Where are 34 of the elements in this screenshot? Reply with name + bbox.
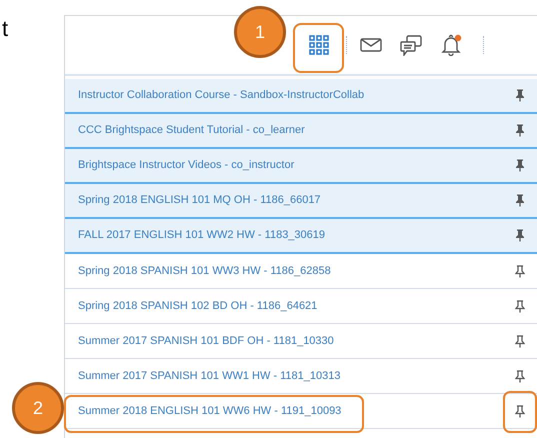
course-row[interactable]: Instructor Collaboration Course - Sandbox-InstructorCollab	[65, 79, 537, 114]
pin-button[interactable]	[513, 403, 527, 419]
callout-badge: 2	[12, 382, 64, 434]
course-row[interactable]: FALL 2017 ENGLISH 101 WW2 HW - 1183_30619	[65, 219, 537, 254]
grid-icon	[309, 35, 329, 55]
course-link[interactable]: Spring 2018 SPANISH 102 BD OH - 1186_64621	[78, 298, 318, 314]
callout-badge: 1	[234, 6, 286, 58]
pin-button[interactable]	[513, 228, 527, 244]
course-link[interactable]: Spring 2018 ENGLISH 101 MQ OH - 1186_66017	[78, 192, 321, 209]
course-row[interactable]: Brightspace Instructor Videos - co_instructor	[65, 149, 537, 184]
course-link[interactable]: Brightspace Instructor Videos - co_instructor	[78, 157, 294, 174]
envelope-icon	[360, 38, 382, 52]
course-row[interactable]: CCC Brightspace Student Tutorial - co_learner	[65, 114, 537, 149]
page-text: t	[2, 18, 10, 40]
chat-bubbles-icon	[400, 34, 422, 56]
highlight-frame	[293, 23, 344, 73]
course-link[interactable]: Spring 2018 SPANISH 101 WW3 HW - 1186_62858	[78, 262, 331, 280]
pin-button[interactable]	[513, 192, 527, 208]
course-link[interactable]: Summer 2017 SPANISH 101 BDF OH - 1181_10330	[78, 332, 334, 350]
pin-button[interactable]	[513, 298, 527, 314]
pin-button[interactable]	[513, 263, 527, 279]
pin-button[interactable]	[513, 122, 527, 138]
course-link[interactable]: CCC Brightspace Student Tutorial - co_learner	[78, 122, 305, 139]
pin-button[interactable]	[513, 158, 527, 174]
pin-button[interactable]	[513, 333, 527, 349]
highlight-frame	[503, 391, 537, 433]
pin-button[interactable]	[513, 368, 527, 384]
pin-button[interactable]	[513, 88, 527, 104]
course-row[interactable]: Spring 2018 ENGLISH 101 MQ OH - 1186_66017	[65, 184, 537, 219]
course-link[interactable]: Instructor Collaboration Course - Sandbox-InstructorCollab	[78, 87, 364, 104]
course-link[interactable]: Summer 2017 SPANISH 101 WW1 HW - 1181_10313	[78, 368, 340, 384]
course-link[interactable]: FALL 2017 ENGLISH 101 WW2 HW - 1183_30619	[78, 227, 326, 244]
bell-icon	[440, 34, 462, 56]
course-link[interactable]: Summer 2018 ENGLISH 101 WW6 HW - 1191_10093	[78, 402, 342, 420]
